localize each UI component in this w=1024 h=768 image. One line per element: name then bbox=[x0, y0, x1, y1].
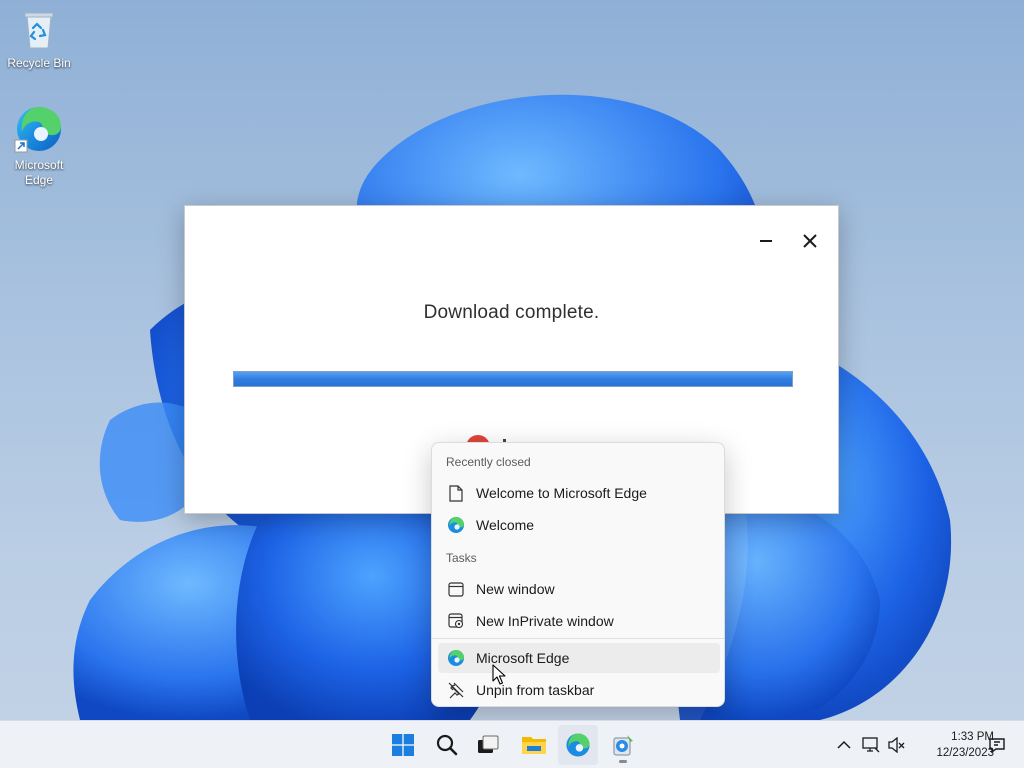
jumplist-item-new-window[interactable]: New window bbox=[438, 574, 720, 604]
clock-date: 12/23/2023 bbox=[936, 747, 994, 759]
installer-taskbar-button[interactable] bbox=[603, 725, 643, 765]
notifications-button[interactable] bbox=[987, 735, 1007, 755]
start-button[interactable] bbox=[383, 725, 423, 765]
chevron-up-icon bbox=[837, 740, 851, 749]
task-view-button[interactable] bbox=[468, 725, 508, 765]
minimize-button[interactable] bbox=[751, 226, 781, 256]
jumplist-item-new-inprivate-window[interactable]: New InPrivate window bbox=[438, 606, 720, 636]
edge-icon bbox=[446, 515, 466, 535]
jumplist-item-label: New window bbox=[476, 581, 555, 597]
network-icon bbox=[862, 737, 880, 753]
progress-bar bbox=[233, 371, 793, 387]
show-hidden-icons-button[interactable] bbox=[834, 735, 854, 755]
desktop-icon-microsoft-edge[interactable]: Microsoft Edge bbox=[1, 104, 77, 188]
close-icon bbox=[803, 234, 817, 248]
edge-icon bbox=[566, 733, 590, 757]
search-button[interactable] bbox=[427, 725, 467, 765]
jumplist-item-label: Microsoft Edge bbox=[476, 650, 570, 666]
progress-fill bbox=[234, 372, 792, 386]
clock-time: 1:33 PM bbox=[951, 731, 994, 743]
volume-muted-icon bbox=[888, 737, 905, 753]
edge-taskbar-button[interactable] bbox=[558, 725, 598, 765]
jumplist-item-label: Welcome to Microsoft Edge bbox=[476, 485, 647, 501]
search-icon bbox=[436, 734, 458, 756]
mouse-cursor bbox=[492, 664, 506, 685]
jumplist-item-welcome-to-edge[interactable]: Welcome to Microsoft Edge bbox=[438, 478, 720, 508]
unpin-icon bbox=[446, 680, 466, 700]
desktop-icon-recycle-bin[interactable]: Recycle Bin bbox=[1, 8, 77, 71]
edge-icon bbox=[446, 648, 466, 668]
jumplist-item-label: Welcome bbox=[476, 517, 535, 533]
installer-icon bbox=[613, 735, 633, 756]
window-icon bbox=[446, 579, 466, 599]
running-indicator bbox=[619, 760, 627, 763]
jumplist-divider bbox=[432, 638, 724, 639]
start-icon bbox=[392, 734, 414, 756]
jumplist-item-label: New InPrivate window bbox=[476, 613, 614, 629]
volume-button[interactable] bbox=[887, 735, 907, 755]
clock[interactable]: 1:33 PM 12/23/2023 bbox=[912, 729, 994, 761]
tasks-header: Tasks bbox=[446, 551, 477, 565]
dialog-title: Download complete. bbox=[423, 302, 600, 323]
notification-icon bbox=[989, 738, 1005, 754]
file-explorer-button[interactable] bbox=[514, 725, 554, 765]
edge-jump-list: Recently closed Welcome to Microsoft Edg… bbox=[431, 442, 725, 707]
jumplist-item-microsoft-edge[interactable]: Microsoft Edge bbox=[438, 643, 720, 673]
jumplist-item-welcome[interactable]: Welcome bbox=[438, 510, 720, 540]
jumplist-item-unpin[interactable]: Unpin from taskbar bbox=[438, 675, 720, 705]
recycle-bin-icon bbox=[17, 8, 61, 52]
close-button[interactable] bbox=[795, 226, 825, 256]
document-icon bbox=[446, 483, 466, 503]
desktop-icon-label: Microsoft Edge bbox=[14, 158, 64, 187]
taskbar: 1:33 PM 12/23/2023 bbox=[0, 720, 1024, 768]
file-explorer-icon bbox=[522, 737, 546, 754]
network-button[interactable] bbox=[861, 735, 881, 755]
inprivate-window-icon bbox=[446, 611, 466, 631]
recently-closed-header: Recently closed bbox=[446, 455, 531, 469]
task-view-icon bbox=[478, 735, 499, 753]
desktop-icon-label: Recycle Bin bbox=[7, 56, 71, 70]
minimize-icon bbox=[760, 240, 772, 242]
edge-icon bbox=[14, 104, 64, 154]
